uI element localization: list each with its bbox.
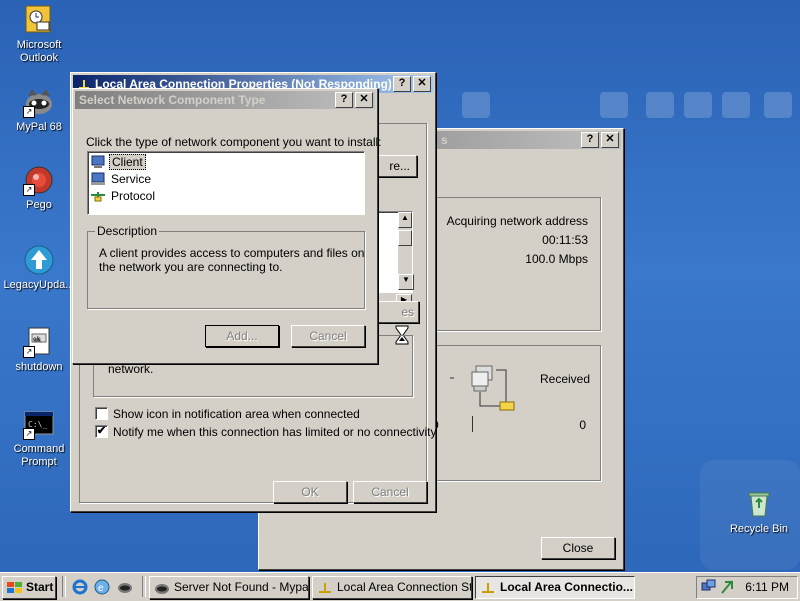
desktop-icon-label: Pego <box>26 199 52 211</box>
recycle-bin-icon <box>743 488 775 520</box>
show-icon-label: Show icon in notification area when conn… <box>113 407 360 421</box>
dialog-titlebar[interactable]: Select Network Component Type ? ✕ <box>75 91 375 109</box>
desktop-icon-label: Command Prompt <box>13 443 65 468</box>
desktop-icon-shutdown[interactable]: ok ↗ shutdown <box>0 326 78 374</box>
command-prompt-icon: C:\_ ↗ <box>23 408 55 440</box>
help-button[interactable]: ? <box>393 76 411 92</box>
task-button-connection-status[interactable]: Local Area Connection St... <box>312 576 472 599</box>
task-button-mypal[interactable]: Server Not Found - Mypal <box>149 576 309 599</box>
mypal-icon <box>155 583 169 594</box>
description-text: network. <box>108 362 154 376</box>
outlook-icon <box>23 4 55 36</box>
notify-label: Notify me when this connection has limit… <box>113 425 437 439</box>
received-packets-value: 0 <box>579 418 586 432</box>
description-title: Description <box>95 224 160 238</box>
instruction-text: Click the type of network component you … <box>86 135 382 149</box>
desktop-icon-pego[interactable]: ↗ Pego <box>0 164 78 212</box>
speed-value: 100.0 Mbps <box>525 252 588 266</box>
scrollbar[interactable]: ▲ ▼ <box>398 212 414 290</box>
clock[interactable]: 6:11 PM <box>745 580 789 594</box>
description-group: Description A client provides access to … <box>87 224 365 309</box>
desktop-icon-recycle-bin[interactable]: Recycle Bin <box>720 488 798 536</box>
desktop-icon-label: shutdown <box>15 361 63 373</box>
system-tray: 6:11 PM <box>696 576 798 599</box>
legacy-update-icon <box>23 244 55 276</box>
taskbar: Start e Server Not Found - Mypal Local A… <box>0 572 800 601</box>
close-button[interactable]: ✕ <box>601 132 619 148</box>
dialog-title: Select Network Component Type <box>79 93 266 107</box>
show-icon-checkbox[interactable] <box>95 407 108 420</box>
add-button[interactable]: Add... <box>205 325 279 347</box>
desktop-icon-mypal[interactable]: ↗ MyPal 68 <box>0 86 78 134</box>
desktop-icon-label: Microsoft Outlook <box>16 39 62 64</box>
cancel-button[interactable]: Cancel <box>353 481 427 503</box>
network-tray-icon[interactable] <box>701 579 717 598</box>
internet-explorer-icon[interactable] <box>72 579 88 595</box>
protocol-icon <box>91 192 105 202</box>
notify-checkbox[interactable]: ✔ <box>95 425 108 438</box>
task-label: Local Area Connectio... <box>500 580 633 594</box>
component-type-list[interactable]: Client Service Protocol <box>87 151 365 215</box>
connection-group: Acquiring network address 00:11:53 100.0… <box>429 197 601 331</box>
network-computers-icon <box>440 360 546 415</box>
desktop-icon-outlook[interactable]: Microsoft Outlook <box>0 4 78 65</box>
pego-icon: ↗ <box>23 164 55 196</box>
list-item-label: Service <box>111 172 152 186</box>
shutdown-script-icon: ok ↗ <box>23 326 55 358</box>
description-text: the network you are connecting to. <box>99 260 283 274</box>
task-label: Local Area Connection St... <box>337 580 472 594</box>
desktop-wallpaper-pattern <box>390 92 800 122</box>
task-button-connection-properties[interactable]: Local Area Connectio... <box>475 576 635 599</box>
network-connection-icon <box>319 582 331 593</box>
mypal-quicklaunch-icon[interactable] <box>117 579 133 595</box>
network-connection-icon <box>482 582 494 593</box>
close-button[interactable]: ✕ <box>413 76 431 92</box>
list-item-service[interactable]: Service <box>90 171 151 187</box>
desktop-icon-legacy-update[interactable]: LegacyUpda... <box>0 244 78 292</box>
cancel-button[interactable]: Cancel <box>291 325 365 347</box>
outlook-express-icon[interactable]: e <box>94 579 110 595</box>
svg-text:e: e <box>98 583 104 594</box>
windows-logo-icon <box>7 581 22 593</box>
service-icon <box>91 172 105 185</box>
svg-text:ok: ok <box>33 336 41 343</box>
status-value: Acquiring network address <box>446 214 588 228</box>
desktop-icon-command-prompt[interactable]: C:\_ ↗ Command Prompt <box>0 408 78 469</box>
list-item-client[interactable]: Client <box>90 154 146 170</box>
scroll-up-arrow[interactable]: ▲ <box>398 212 412 228</box>
list-item-label: Client <box>109 154 146 170</box>
desktop-icon-label: LegacyUpda... <box>3 279 75 291</box>
select-component-dialog[interactable]: Select Network Component Type ? ✕ Click … <box>72 88 382 364</box>
list-item-protocol[interactable]: Protocol <box>90 188 155 204</box>
desktop-icon-label: MyPal 68 <box>16 121 62 133</box>
task-divider <box>142 576 146 597</box>
received-label: Received <box>540 372 591 386</box>
help-button[interactable]: ? <box>335 92 353 108</box>
quicklaunch-divider <box>62 576 66 597</box>
desktop-icon-label: Recycle Bin <box>729 523 789 535</box>
task-label: Server Not Found - Mypal <box>174 580 309 594</box>
update-tray-icon[interactable] <box>719 579 735 598</box>
close-button[interactable]: ✕ <box>355 92 373 108</box>
scroll-down-arrow[interactable]: ▼ <box>398 274 414 290</box>
duration-value: 00:11:53 <box>542 233 588 247</box>
help-button[interactable]: ? <box>581 132 599 148</box>
ok-button[interactable]: OK <box>273 481 347 503</box>
client-icon <box>91 155 105 168</box>
close-button[interactable]: Close <box>541 537 615 559</box>
list-item-label: Protocol <box>111 189 156 203</box>
scroll-thumb[interactable] <box>398 230 412 246</box>
divider <box>472 416 473 432</box>
mypal-icon: ↗ <box>23 86 55 118</box>
start-button[interactable]: Start <box>2 576 56 599</box>
description-text: A client provides access to computers an… <box>99 246 365 260</box>
start-label: Start <box>26 580 54 594</box>
activity-group: Received 0 0 <box>429 345 601 481</box>
